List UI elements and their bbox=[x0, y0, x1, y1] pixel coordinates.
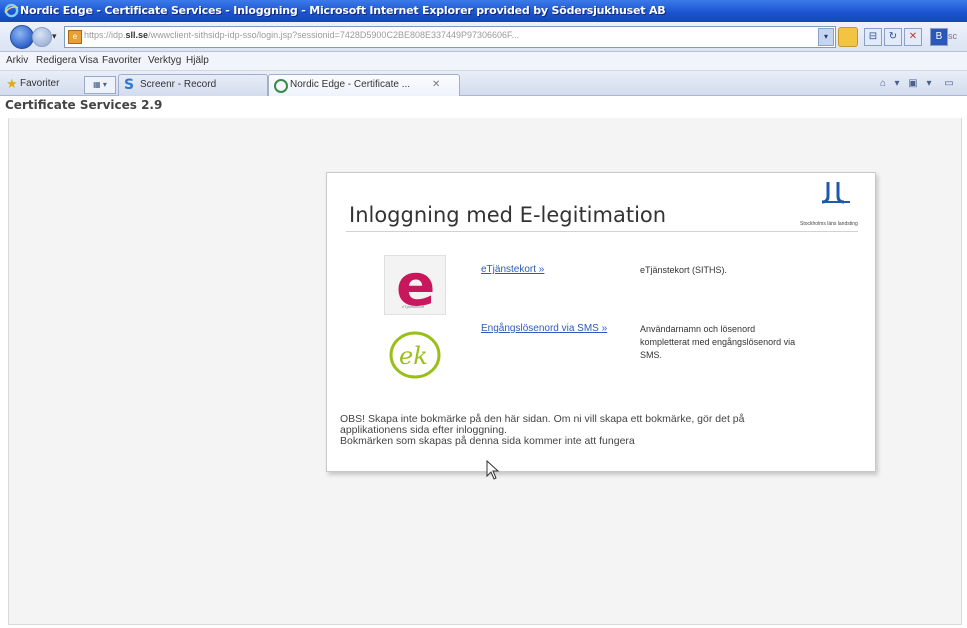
refresh-icon[interactable]: ↻ bbox=[884, 28, 902, 46]
page-icon: e bbox=[68, 30, 82, 44]
feeds-dropdown-icon[interactable]: ▾ bbox=[922, 77, 936, 91]
etjanstekort-e-icon: e bbox=[396, 251, 436, 319]
url-text[interactable]: https://idp.sll.se/wwwclient-sithsidp-id… bbox=[84, 30, 814, 40]
page-loading-icon bbox=[274, 79, 288, 93]
etjanstekort-logo-caption: eTjänstekort bbox=[402, 304, 425, 309]
svg-text:ek: ek bbox=[399, 342, 428, 370]
favorites-star-icon[interactable]: ★ bbox=[6, 76, 18, 92]
app-title: Certificate Services 2.9 bbox=[5, 98, 163, 112]
search-provider-icon[interactable]: B bbox=[930, 28, 948, 46]
compatibility-view-icon[interactable]: ⊟ bbox=[864, 28, 882, 46]
internet-explorer-icon bbox=[4, 3, 19, 18]
login-heading: Inloggning med E-legitimation bbox=[349, 203, 667, 227]
home-icon[interactable]: ⌂ bbox=[876, 77, 890, 91]
close-tab-icon[interactable]: ✕ bbox=[432, 79, 440, 90]
favorites-button[interactable]: Favoriter bbox=[20, 78, 59, 89]
etjanstekort-description: eTjänstekort (SITHS). bbox=[640, 265, 728, 275]
screenr-s-icon: S bbox=[124, 77, 135, 93]
stop-icon[interactable]: ✕ bbox=[904, 28, 922, 46]
search-box-edge[interactable]: sc bbox=[948, 31, 957, 41]
mail-icon[interactable]: ▭ bbox=[942, 77, 956, 91]
ek-logo-icon: ek bbox=[389, 331, 441, 379]
quick-tabs-icon[interactable]: ▦ ▾ bbox=[84, 76, 116, 94]
forward-button[interactable] bbox=[32, 27, 52, 47]
tab-nordic-edge-label: Nordic Edge - Certificate ... bbox=[290, 79, 411, 90]
menu-verktyg[interactable]: Verktyg bbox=[148, 55, 181, 66]
menu-arkiv[interactable]: Arkiv bbox=[6, 55, 28, 66]
sms-login-link[interactable]: Engångslösenord via SMS » bbox=[481, 323, 607, 334]
notice-line-3: Bokmärken som skapas på denna sida komme… bbox=[340, 435, 635, 447]
menu-redigera[interactable]: Redigera bbox=[36, 55, 77, 66]
etjanstekort-link[interactable]: eTjänstekort » bbox=[481, 264, 544, 275]
sll-logo-icon bbox=[821, 182, 850, 204]
mouse-cursor-icon bbox=[486, 460, 500, 480]
window-title: Nordic Edge - Certificate Services - Inl… bbox=[20, 4, 666, 17]
title-bar: Nordic Edge - Certificate Services - Inl… bbox=[0, 0, 967, 22]
menu-favoriter[interactable]: Favoriter bbox=[102, 55, 141, 66]
home-dropdown-icon[interactable]: ▾ bbox=[890, 77, 904, 91]
tab-screenr-label: Screenr - Record bbox=[140, 79, 217, 90]
org-name: Stockholms läns landsting bbox=[800, 221, 858, 227]
menu-hjalp[interactable]: Hjälp bbox=[186, 55, 209, 66]
menu-visa[interactable]: Visa bbox=[79, 55, 98, 66]
history-dropdown-icon[interactable]: ▾ bbox=[52, 31, 57, 42]
bookmark-notice: OBS! Skapa inte bokmärke på den här sida… bbox=[340, 414, 860, 447]
sms-login-description: Användarnamn och lösenord kompletterat m… bbox=[640, 324, 796, 360]
feeds-icon[interactable]: ▣ bbox=[906, 77, 920, 91]
address-dropdown-icon[interactable]: ▾ bbox=[818, 28, 834, 46]
security-lock-icon[interactable] bbox=[838, 27, 858, 47]
heading-divider bbox=[346, 231, 858, 232]
back-button[interactable] bbox=[10, 25, 34, 49]
menu-bar bbox=[0, 52, 967, 71]
